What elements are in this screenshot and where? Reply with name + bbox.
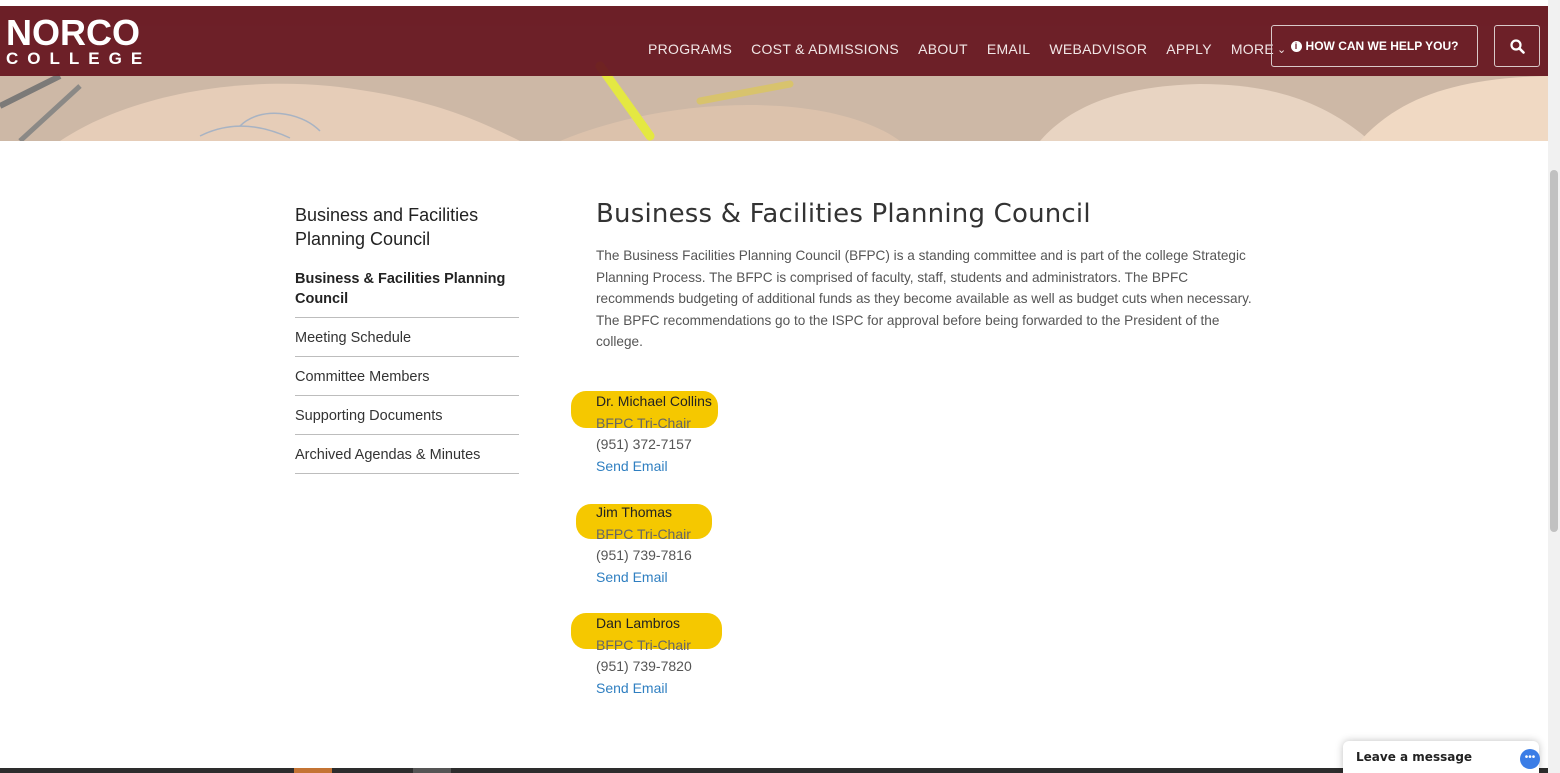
sidebar-item-archived-agendas-minutes[interactable]: Archived Agendas & Minutes (295, 445, 519, 474)
sidebar: Business and Facilities Planning Council… (295, 203, 519, 484)
logo-main-text: NORCO (6, 12, 140, 53)
contact-phone: (951) 739-7816 (596, 547, 692, 563)
contact-role: BFPC Tri-Chair (596, 414, 691, 431)
search-icon (1509, 38, 1525, 54)
contact-card: Dan Lambros BFPC Tri-Chair (951) 739-782… (571, 613, 722, 700)
contact-name: Dr. Michael Collins (596, 393, 712, 409)
footer-edge (0, 768, 1548, 773)
nav-more-label: MORE (1230, 41, 1275, 57)
norco-college-logo[interactable]: NORCO COLLEGE (6, 12, 152, 68)
footer-accent (294, 768, 332, 773)
contact-name: Dan Lambros (596, 615, 681, 631)
sidebar-item-committee-members[interactable]: Committee Members (295, 367, 519, 396)
send-email-link[interactable]: Send Email (596, 678, 692, 700)
sidebar-item-meeting-schedule[interactable]: Meeting Schedule (295, 328, 519, 357)
sidebar-item-supporting-documents[interactable]: Supporting Documents (295, 406, 519, 435)
sidebar-title: Business and Facilities Planning Council (295, 205, 479, 249)
search-button[interactable] (1494, 25, 1540, 67)
info-icon: i (1290, 40, 1302, 52)
contact-card: Dr. Michael Collins BFPC Tri-Chair (951)… (571, 391, 718, 478)
nav-email[interactable]: EMAIL (987, 41, 1031, 57)
contact-card: Jim Thomas BFPC Tri-Chair (951) 739-7816… (576, 502, 712, 589)
help-button-label: HOW CAN WE HELP YOU? (1305, 39, 1459, 53)
top-navigation-bar: NORCO COLLEGE PROGRAMS COST & ADMISSIONS… (0, 6, 1548, 76)
intro-paragraph: The Business Facilities Planning Council… (596, 248, 1252, 349)
sidebar-item-business-facilities-planning-council[interactable]: Business & Facilities Planning Council (295, 269, 519, 318)
contact-phone: (951) 372-7157 (596, 436, 692, 452)
nav-programs[interactable]: PROGRAMS (648, 41, 732, 57)
contact-phone: (951) 739-7820 (596, 658, 692, 674)
logo-sub-text: COLLEGE (6, 49, 152, 68)
footer-accent-dark (413, 768, 451, 773)
chat-label: Leave a message (1356, 750, 1473, 764)
send-email-link[interactable]: Send Email (596, 567, 692, 589)
nav-cost-admissions[interactable]: COST & ADMISSIONS (751, 41, 899, 57)
nav-webadvisor[interactable]: WEBADVISOR (1049, 41, 1147, 57)
chat-widget[interactable]: Leave a message ••• (1343, 741, 1540, 773)
contact-role: BFPC Tri-Chair (596, 525, 691, 542)
main-content: Business & Facilities Planning Council T… (596, 197, 1256, 353)
send-email-link[interactable]: Send Email (596, 456, 712, 478)
nav-about[interactable]: ABOUT (918, 41, 968, 57)
main-nav: PROGRAMS COST & ADMISSIONS ABOUT EMAIL W… (648, 41, 1287, 57)
contact-role: BFPC Tri-Chair (596, 636, 691, 653)
page-title: Business & Facilities Planning Council (596, 199, 1091, 229)
how-can-we-help-button[interactable]: i HOW CAN WE HELP YOU? (1271, 25, 1478, 67)
nav-apply[interactable]: APPLY (1166, 41, 1212, 57)
contact-name: Jim Thomas (596, 504, 672, 520)
scrollbar-thumb[interactable] (1550, 170, 1558, 532)
chat-bubble-icon[interactable]: ••• (1520, 749, 1540, 769)
